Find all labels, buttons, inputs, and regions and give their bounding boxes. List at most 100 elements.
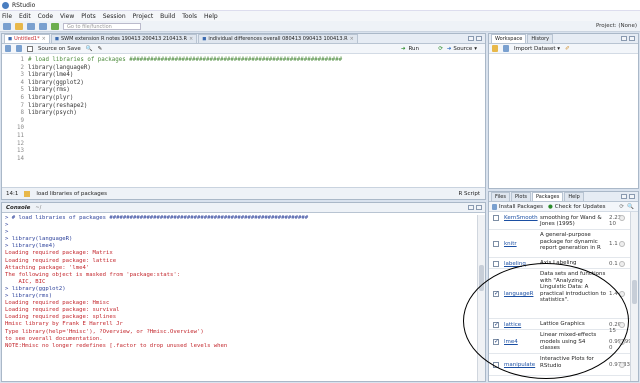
source-button[interactable]: ➜ Source ▾ [447, 46, 477, 52]
packages-scrollbar[interactable] [630, 212, 638, 381]
scope-indicator[interactable]: load libraries of packages [36, 191, 107, 197]
maximize-icon[interactable] [476, 205, 482, 210]
code-text[interactable]: # load libraries of packages ###########… [28, 57, 342, 118]
search-icon[interactable]: 🔍 [86, 46, 93, 52]
editor-tab[interactable]: ◼ SWM extension R notes 190413 200413 210… [50, 34, 198, 43]
tab-history[interactable]: History [527, 34, 554, 43]
code-line[interactable]: # load libraries of packages ###########… [28, 57, 342, 65]
menu-item-file[interactable]: File [2, 13, 12, 20]
editor-tab[interactable]: ◼ Untitled1* × [4, 34, 50, 43]
install-packages-button[interactable]: Install Packages [492, 203, 543, 210]
code-line[interactable]: library(plyr) [28, 95, 342, 103]
remove-package-icon[interactable] [619, 321, 625, 328]
package-name-link[interactable]: lme4 [504, 339, 518, 345]
go-to-file-input[interactable]: Go to file/function [63, 22, 141, 30]
minimize-icon[interactable] [468, 205, 474, 210]
package-checkbox[interactable] [493, 290, 499, 297]
rerun-icon[interactable]: ⟳ [438, 46, 443, 52]
minimize-icon[interactable] [621, 194, 627, 199]
title-bar: RStudio [0, 0, 640, 11]
menu-item-code[interactable]: Code [38, 13, 53, 20]
package-checkbox[interactable] [493, 241, 499, 247]
nav-back-icon[interactable] [5, 45, 11, 52]
import-dataset-button[interactable]: Import Dataset ▾ [514, 46, 560, 52]
menu-item-build[interactable]: Build [160, 13, 175, 20]
remove-package-icon[interactable] [619, 291, 625, 297]
close-tab-icon[interactable]: × [350, 36, 354, 42]
clear-broom-icon[interactable]: ✐ [565, 46, 570, 52]
package-name-link[interactable]: labeling [504, 261, 526, 267]
new-file-icon[interactable] [3, 22, 11, 30]
code-line[interactable]: library(languageR) [28, 65, 342, 73]
wand-icon[interactable]: ✎ [98, 46, 103, 52]
tab-workspace[interactable]: Workspace [491, 34, 527, 43]
code-line[interactable]: library(rms) [28, 87, 342, 95]
minimize-icon[interactable] [468, 36, 474, 41]
maximize-icon[interactable] [476, 36, 482, 41]
remove-package-icon[interactable] [619, 241, 625, 247]
source-on-save-checkbox[interactable] [27, 45, 33, 52]
working-dir[interactable]: ~/ [33, 204, 43, 212]
editor-tab[interactable]: ◼ individual differences overall 080413 0… [198, 34, 358, 43]
console-line: Type library(help='Hmisc'), ?Overview, o… [5, 328, 204, 335]
package-name-link[interactable]: manipulate [504, 362, 535, 368]
save-doc-icon[interactable] [16, 45, 22, 52]
menu-item-plots[interactable]: Plots [81, 13, 95, 20]
function-icon [24, 190, 31, 197]
package-name-link[interactable]: languageR [504, 291, 533, 297]
tab-plots[interactable]: Plots [510, 192, 532, 201]
code-line[interactable]: library(lme4) [28, 72, 342, 80]
menu-item-edit[interactable]: Edit [19, 13, 31, 20]
package-checkbox[interactable] [493, 338, 499, 345]
maximize-icon[interactable] [629, 36, 635, 41]
tab-help[interactable]: Help [564, 192, 584, 201]
print-icon[interactable] [51, 22, 59, 30]
refresh-icon[interactable]: ⟳ [619, 204, 624, 210]
code-line[interactable]: library(psych) [28, 110, 342, 118]
package-checkbox[interactable] [493, 215, 499, 221]
open-file-icon[interactable] [15, 22, 23, 30]
search-icon[interactable]: 🔍 [627, 204, 634, 210]
package-name-link[interactable]: KernSmooth [504, 215, 538, 221]
run-button[interactable]: ➜ Run [401, 46, 419, 52]
save-icon[interactable] [27, 22, 35, 30]
package-name-link[interactable]: lattice [504, 322, 521, 328]
remove-package-icon[interactable] [619, 362, 625, 368]
line-number: 10 [17, 125, 24, 132]
remove-package-icon[interactable] [619, 339, 625, 345]
packages-pane-controls [621, 194, 635, 199]
menu-item-project[interactable]: Project [133, 13, 154, 20]
remove-package-icon[interactable] [619, 260, 625, 267]
line-number: 1 [20, 57, 25, 63]
package-description: Interactive Plots for RStudio [540, 356, 594, 369]
console-pane-controls [468, 205, 482, 210]
editor-tab-label: individual differences overall 080413 09… [208, 36, 348, 42]
menu-item-help[interactable]: Help [204, 13, 218, 20]
tab-packages[interactable]: Packages [532, 192, 564, 201]
tab-files[interactable]: Files [491, 192, 510, 201]
package-name-link[interactable]: knitr [504, 241, 517, 247]
close-tab-icon[interactable]: × [189, 36, 193, 42]
code-editor[interactable]: 1 2 3 4 5 6 7 8 9 10 11 12 13 14 # load libraries of … [2, 54, 485, 187]
menu-item-tools[interactable]: Tools [182, 13, 197, 20]
package-checkbox[interactable] [493, 321, 499, 328]
console-output[interactable]: > # load libraries of packages #########… [2, 215, 477, 381]
code-line[interactable]: library(reshape2) [28, 103, 342, 111]
console-scrollbar[interactable] [477, 215, 485, 381]
package-checkbox[interactable] [493, 260, 499, 267]
code-line[interactable]: library(ggplot2) [28, 80, 342, 88]
check-updates-button[interactable]: ● Check for Updates [548, 204, 606, 210]
save-workspace-icon[interactable] [503, 45, 509, 52]
project-menu[interactable]: Project: (None) [596, 23, 637, 29]
line-number: 11 [17, 132, 24, 139]
save-all-icon[interactable] [39, 22, 47, 30]
minimize-icon[interactable] [621, 36, 627, 41]
load-workspace-icon[interactable] [492, 45, 498, 52]
remove-package-icon[interactable] [619, 215, 625, 221]
maximize-icon[interactable] [629, 194, 635, 199]
package-checkbox[interactable] [493, 362, 499, 368]
close-tab-icon[interactable]: × [42, 36, 46, 42]
file-type[interactable]: R Script [458, 191, 480, 197]
menu-item-view[interactable]: View [60, 13, 74, 20]
menu-item-session[interactable]: Session [103, 13, 126, 20]
